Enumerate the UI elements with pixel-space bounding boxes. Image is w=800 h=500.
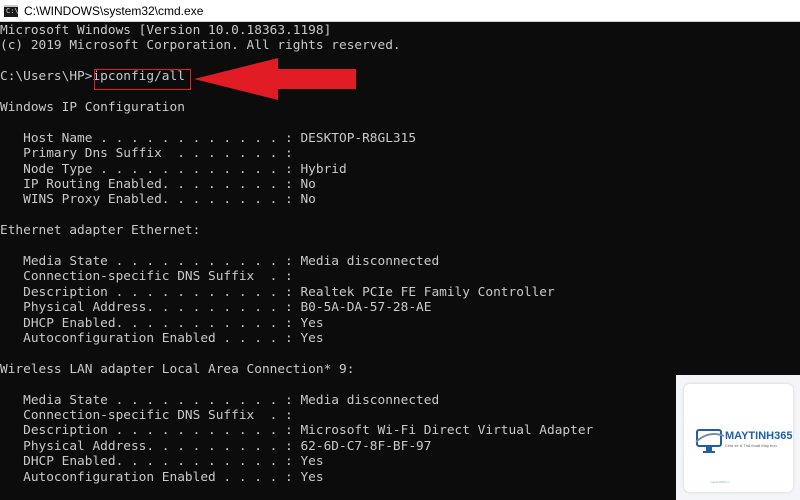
console-line-wlan-media-state: Media State . . . . . . . . . . . : Medi…: [0, 392, 440, 408]
console-line-primary-dns-suffix: Primary Dns Suffix . . . . . . . :: [0, 146, 293, 162]
cmd-app-icon: C:\: [4, 4, 19, 17]
section-header-windows-ip: Windows IP Configuration: [0, 100, 185, 115]
console-line-host-name: Host Name . . . . . . . . . . . . : DESK…: [0, 130, 417, 146]
console-line-copyright: (c) 2019 Microsoft Corporation. All righ…: [0, 38, 401, 54]
title-bar: C:\ C:\WINDOWS\system32\cmd.exe: [0, 0, 800, 22]
console-line-ip-routing: IP Routing Enabled. . . . . . . . : No: [0, 177, 316, 192]
brand-name: MAYTINH365: [725, 430, 793, 442]
console-line-version: Microsoft Windows [Version 10.0.18363.11…: [0, 23, 332, 38]
monitor-globe-icon: [695, 429, 725, 453]
console-line-wlan-description: Description . . . . . . . . . . . : Micr…: [0, 423, 594, 439]
console-line-eth-description: Description . . . . . . . . . . . : Real…: [0, 284, 555, 300]
console-line-node-type: Node Type . . . . . . . . . . . . : Hybr…: [0, 161, 347, 177]
console-line-eth-physical-address: Physical Address. . . . . . . . . : B0-5…: [0, 300, 432, 316]
console-line-eth-media-state: Media State . . . . . . . . . . . : Medi…: [0, 254, 440, 269]
cmd-icon-glyph: C:\: [6, 6, 19, 15]
console-line-wins-proxy: WINS Proxy Enabled. . . . . . . . : No: [0, 192, 316, 208]
section-header-wireless: Wireless LAN adapter Local Area Connecti…: [0, 361, 355, 377]
console-line-eth-dns-suffix: Connection-specific DNS Suffix . :: [0, 269, 293, 285]
console-line-wlan-physical-address: Physical Address. . . . . . . . . : 62-6…: [0, 438, 432, 454]
watermark-panel: MAYTINH365 Chia sẻ & Thủ thuật Máy tính …: [676, 375, 800, 500]
logo-card: MAYTINH365 Chia sẻ & Thủ thuật Máy tính …: [684, 384, 793, 492]
console-line-wlan-dns-suffix: Connection-specific DNS Suffix . :: [0, 408, 293, 423]
console-line-wlan-dhcp: DHCP Enabled. . . . . . . . . . . : Yes: [0, 454, 324, 470]
console-line-eth-dhcp: DHCP Enabled. . . . . . . . . . . : Yes: [0, 315, 324, 331]
arrow-left-icon: [194, 58, 356, 100]
console-line-wlan-autoconfig: Autoconfiguration Enabled . . . . : Yes: [0, 469, 324, 485]
brand-tagline: Chia sẻ & Thủ thuật Máy tính: [725, 443, 777, 448]
console-line-eth-autoconfig: Autoconfiguration Enabled . . . . : Yes: [0, 331, 324, 346]
window-title: C:\WINDOWS\system32\cmd.exe: [24, 3, 204, 18]
brand-footer: maytinh365.vn: [710, 480, 730, 484]
command-highlight-box: [94, 69, 191, 90]
section-header-ethernet: Ethernet adapter Ethernet:: [0, 223, 201, 239]
